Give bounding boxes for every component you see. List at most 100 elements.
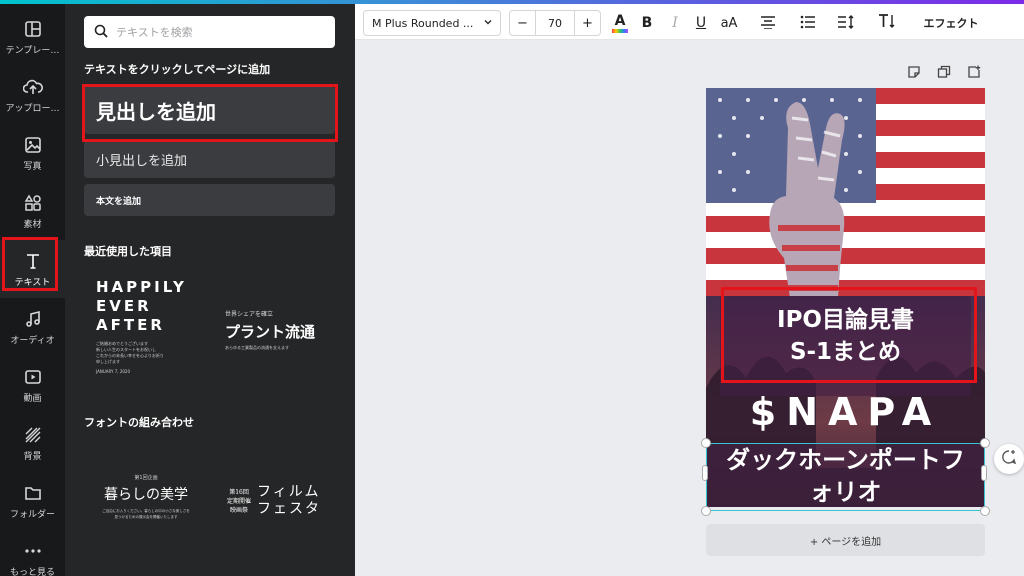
sidebar-item-label: アップロー…: [5, 103, 60, 114]
sample-small-top: 第1回企画: [134, 475, 158, 481]
sample-small-line: 定期開催: [227, 497, 252, 505]
resize-handle-bottom-left[interactable]: [701, 506, 711, 516]
sidebar-item-video[interactable]: 動画: [0, 356, 65, 414]
resize-handle-right[interactable]: [981, 465, 987, 481]
canvas-company-line: ダックホーンポートフ: [726, 446, 965, 474]
music-note-icon: [23, 309, 43, 329]
add-comment-button[interactable]: [994, 444, 1024, 474]
sidebar-item-uploads[interactable]: アップロー…: [0, 66, 65, 124]
sidebar-item-label: 動画: [23, 393, 42, 404]
add-page-top-button[interactable]: [967, 64, 981, 83]
sample-small-line: 見つけるための展示会を開催いたします: [114, 515, 178, 519]
add-page-label: + ページを追加: [809, 536, 882, 548]
letter-case-button[interactable]: aA: [717, 10, 741, 36]
list-button[interactable]: [797, 10, 819, 36]
add-body-text-button[interactable]: 本文を追加: [84, 184, 335, 216]
canvas-title-line: IPO目論見書: [777, 307, 914, 333]
sidebar-item-templates[interactable]: テンプレー…: [0, 8, 65, 66]
underline-button[interactable]: U: [691, 10, 711, 36]
duplicate-icon: [937, 64, 951, 83]
folder-icon: [23, 483, 43, 503]
duplicate-page-button[interactable]: [937, 64, 951, 83]
sidebar-item-label: 素材: [23, 219, 42, 230]
sample-title: 暮らしの美学: [104, 487, 188, 503]
font-family-value: M Plus Rounded ...: [372, 16, 474, 30]
text-icon: [23, 251, 43, 271]
sidebar-item-elements[interactable]: 素材: [0, 182, 65, 240]
sample-title-line: フェスタ: [257, 501, 322, 517]
sample-title: プラント流通: [225, 323, 316, 341]
sidebar-item-audio[interactable]: オーディオ: [0, 298, 65, 356]
cloud-upload-icon: [22, 77, 43, 97]
font-family-select[interactable]: M Plus Rounded ...: [363, 10, 501, 36]
comment-add-icon: [1001, 449, 1017, 469]
sidebar-item-text[interactable]: テキスト: [0, 240, 65, 298]
add-heading-button[interactable]: 見出しを追加: [84, 86, 335, 134]
sidebar-rail: テンプレー… アップロー… 写真 素材 テキスト オーディオ 動画 背景 フォル…: [0, 4, 65, 576]
elements-icon: [23, 193, 43, 213]
increase-size-button[interactable]: +: [575, 11, 600, 35]
sidebar-item-label: フォルダー: [9, 509, 55, 520]
italic-button[interactable]: I: [665, 10, 685, 36]
add-page-button[interactable]: + ページを追加: [706, 524, 985, 556]
recent-section-title: 最近使用した項目: [84, 245, 172, 258]
sample-title-line: フィルム: [257, 484, 321, 500]
add-subheading-button[interactable]: 小見出しを追加: [84, 140, 335, 178]
font-size-stepper: − 70 +: [509, 10, 601, 36]
sample-small-line: 申し上げます: [96, 359, 120, 364]
spacing-button[interactable]: [835, 10, 857, 36]
sample-title-line: EVER: [96, 297, 152, 315]
sidebar-item-label: もっと見る: [9, 567, 55, 576]
sample-small-line: 映画祭: [230, 506, 249, 514]
font-combo-section-title: フォントの組み合わせ: [84, 416, 194, 429]
vertical-text-button[interactable]: [875, 10, 899, 36]
sample-small-line: 第16回: [229, 488, 249, 496]
sidebar-item-label: テキスト: [14, 277, 51, 288]
sample-title-line: AFTER: [96, 316, 165, 334]
font-size-input[interactable]: 70: [535, 11, 575, 35]
sample-small: あらゆる工業製品の流通を支えます: [225, 345, 289, 350]
sidebar-item-more[interactable]: もっと見る: [0, 530, 65, 576]
sidebar-item-photos[interactable]: 写真: [0, 124, 65, 182]
canvas-title[interactable]: IPO目論見書 S-1まとめ: [706, 304, 985, 368]
resize-handle-top-left[interactable]: [701, 438, 711, 448]
sidebar-item-label: 写真: [23, 161, 42, 172]
photo-icon: [23, 135, 43, 155]
design-canvas[interactable]: IPO目論見書 S-1まとめ $NAPA ダックホーンポートフ ォリオ: [706, 88, 985, 507]
combo-sample-kurashi[interactable]: 第1回企画 暮らしの美学 ご自由にお入りください。暮らしの中の小さな美しさを 見…: [95, 474, 197, 520]
search-icon: [94, 23, 108, 42]
video-icon: [23, 367, 43, 387]
resize-handle-bottom-right[interactable]: [980, 506, 990, 516]
chevron-down-icon: [483, 17, 493, 30]
canvas-title-line: S-1まとめ: [789, 339, 902, 365]
resize-handle-left[interactable]: [702, 465, 708, 481]
combo-sample-film-festa[interactable]: 第16回 定期開催 映画祭 フィルム フェスタ: [227, 484, 337, 518]
recent-sample-plant[interactable]: 世界シェアを確立 プラント流通 あらゆる工業製品の流通を支えます: [225, 309, 335, 351]
vertical-text-icon: [878, 13, 896, 33]
add-page-icon: [967, 64, 981, 83]
more-icon: [23, 541, 43, 561]
bullet-list-icon: [800, 14, 816, 33]
resize-handle-top-right[interactable]: [980, 438, 990, 448]
sidebar-item-folders[interactable]: フォルダー: [0, 472, 65, 530]
recent-sample-happily-ever-after[interactable]: HAPPILY EVER AFTER ご結婚おめでとうございます 新しい人生のス…: [96, 278, 206, 374]
sample-title-line: HAPPILY: [96, 278, 187, 296]
decrease-size-button[interactable]: −: [510, 11, 535, 35]
page-notes-button[interactable]: [907, 64, 921, 83]
sidebar-item-label: テンプレー…: [5, 45, 60, 56]
sidebar-item-label: オーディオ: [10, 335, 55, 346]
canvas-company-name[interactable]: ダックホーンポートフ ォリオ: [706, 444, 985, 507]
bold-button[interactable]: B: [637, 10, 657, 36]
search-input[interactable]: [116, 25, 316, 39]
sidebar-item-label: 背景: [23, 451, 42, 462]
align-button[interactable]: [757, 10, 779, 36]
text-panel: テキストをクリックしてページに追加 見出しを追加 小見出しを追加 本文を追加 最…: [65, 4, 355, 576]
canvas-company-line: ォリオ: [809, 478, 882, 506]
background-icon: [23, 425, 43, 445]
text-color-button[interactable]: A: [609, 10, 631, 36]
sidebar-item-background[interactable]: 背景: [0, 414, 65, 472]
canvas-ticker[interactable]: $NAPA: [706, 390, 985, 434]
effects-button[interactable]: エフェクト: [921, 10, 981, 36]
sample-kicker: 世界シェアを確立: [225, 311, 274, 318]
search-box[interactable]: [84, 16, 335, 48]
